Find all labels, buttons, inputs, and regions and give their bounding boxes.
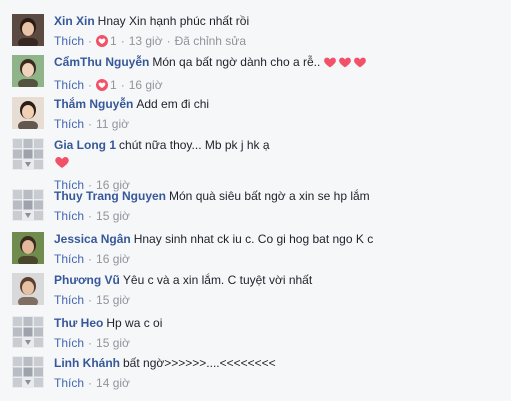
comment-meta: Thích · 16 giờ bbox=[54, 252, 511, 266]
comment-meta: Thích · 1 · 16 giờ bbox=[54, 78, 511, 92]
inline-hearts bbox=[323, 55, 368, 72]
comment-content: Thuy Trang Nguyen Món quà siêu bất ngờ a … bbox=[54, 189, 511, 223]
comment-timestamp[interactable]: 16 giờ bbox=[129, 78, 163, 92]
comment-author[interactable]: Linh Khánh bbox=[54, 356, 120, 370]
comment-item: Phương Vũ Yêu c và a xin lắm. C tuyệt vời… bbox=[12, 273, 511, 313]
comment-item: Thuy Trang Nguyen Món quà siêu bất ngờ a … bbox=[12, 189, 511, 229]
avatar[interactable] bbox=[12, 14, 44, 46]
comment-content: CẩmThu Nguyễn Món qa bất ngờ dành cho a r… bbox=[54, 55, 511, 92]
separator-dot: · bbox=[120, 78, 125, 92]
heart-emoji-icon bbox=[324, 57, 337, 68]
comment-timestamp[interactable]: 15 giờ bbox=[96, 336, 130, 350]
comment-content: Linh Khánh bất ngờ>>>>>>....<<<<<<<< Thích… bbox=[54, 356, 511, 390]
like-link[interactable]: Thích bbox=[54, 293, 84, 307]
like-link[interactable]: Thích bbox=[54, 209, 84, 223]
comment-list: Xin Xin Hnay Xin hạnh phúc nhất rồi Thích ·… bbox=[0, 0, 511, 401]
comment-item: Gia Long 1 chút nữa thoy... Mb pk j hk ạT… bbox=[12, 138, 511, 192]
comment-item: CẩmThu Nguyễn Món qa bất ngờ dành cho a r… bbox=[12, 55, 511, 95]
comment-content: Jessica Ngân Hnay sinh nhat ck iu c. Co g… bbox=[54, 232, 511, 266]
reaction-count[interactable]: 1 bbox=[110, 78, 117, 92]
like-link[interactable]: Thích bbox=[54, 117, 84, 131]
avatar[interactable] bbox=[12, 316, 44, 348]
comment-author[interactable]: Gia Long 1 bbox=[54, 138, 116, 152]
comment-text: Yêu c và a xin lắm. C tuyệt vời nhất bbox=[122, 273, 313, 287]
avatar[interactable] bbox=[12, 55, 44, 87]
comment-timestamp[interactable]: 15 giờ bbox=[96, 209, 130, 223]
avatar[interactable] bbox=[12, 232, 44, 264]
comment-content: Phương Vũ Yêu c và a xin lắm. C tuyệt vời… bbox=[54, 273, 511, 307]
avatar[interactable] bbox=[12, 138, 44, 170]
comment-author[interactable]: Xin Xin bbox=[54, 14, 95, 28]
avatar[interactable] bbox=[12, 273, 44, 305]
comment-text: chút nữa thoy... Mb pk j hk ạ bbox=[119, 138, 270, 152]
comment-content: Thư Heo Hp wa c oi Thích · 15 giờ bbox=[54, 316, 511, 350]
comment-text: Hp wa c oi bbox=[106, 316, 163, 330]
comment-content: Xin Xin Hnay Xin hạnh phúc nhất rồi Thích ·… bbox=[54, 14, 511, 48]
separator-dot: · bbox=[120, 34, 125, 48]
comment-item: Thư Heo Hp wa c oi Thích · 15 giờ bbox=[12, 316, 511, 356]
comment-author[interactable]: Thư Heo bbox=[54, 316, 103, 330]
separator-dot: · bbox=[88, 78, 93, 92]
comment-meta: Thích · 11 giờ bbox=[54, 117, 511, 131]
comment-text: Món qa bất ngờ dành cho a rễ.. bbox=[152, 55, 321, 69]
comment-timestamp[interactable]: 15 giờ bbox=[96, 293, 130, 307]
comment-meta: Thích · 1 · 13 giờ · Đã chỉnh sửa bbox=[54, 34, 511, 48]
avatar[interactable] bbox=[12, 97, 44, 129]
heart-emoji-icon bbox=[55, 157, 69, 168]
comment-timestamp[interactable]: 14 giờ bbox=[96, 376, 130, 390]
separator-dot: · bbox=[88, 252, 93, 266]
heart-reaction-icon[interactable] bbox=[96, 79, 109, 91]
comment-text: Hnay Xin hạnh phúc nhất rồi bbox=[97, 14, 250, 28]
comment-content: Thắm Nguyễn Add em đi chi Thích · 11 giờ bbox=[54, 97, 511, 131]
separator-dot: · bbox=[88, 209, 93, 223]
comment-author[interactable]: CẩmThu Nguyễn bbox=[54, 55, 149, 69]
comment-text: bất ngờ>>>>>>....<<<<<<<< bbox=[123, 356, 276, 370]
comment-text: Hnay sinh nhat ck iu c. Co gi hog bat ng… bbox=[133, 232, 374, 246]
like-link[interactable]: Thích bbox=[54, 78, 84, 92]
comment-author[interactable]: Thuy Trang Nguyen bbox=[54, 189, 166, 203]
separator-dot: · bbox=[166, 34, 171, 48]
comment-meta: Thích · 15 giờ bbox=[54, 336, 511, 350]
like-link[interactable]: Thích bbox=[54, 336, 84, 350]
comment-item: Thắm Nguyễn Add em đi chi Thích · 11 giờ bbox=[12, 97, 511, 137]
heart-emoji-line bbox=[54, 154, 511, 172]
comment-content: Gia Long 1 chút nữa thoy... Mb pk j hk ạT… bbox=[54, 138, 511, 192]
comment-text: Món quà siêu bất ngờ a xin se hp lắm bbox=[169, 189, 370, 203]
comment-timestamp[interactable]: 13 giờ bbox=[129, 34, 163, 48]
heart-reaction-icon[interactable] bbox=[96, 35, 109, 47]
comment-timestamp[interactable]: 11 giờ bbox=[96, 117, 129, 131]
like-link[interactable]: Thích bbox=[54, 376, 84, 390]
edited-label[interactable]: Đã chỉnh sửa bbox=[175, 34, 246, 48]
comment-item: Xin Xin Hnay Xin hạnh phúc nhất rồi Thích ·… bbox=[12, 14, 511, 54]
avatar[interactable] bbox=[12, 356, 44, 388]
separator-dot: · bbox=[88, 293, 93, 307]
comment-meta: Thích · 15 giờ bbox=[54, 293, 511, 307]
comment-author[interactable]: Jessica Ngân bbox=[54, 232, 131, 246]
heart-emoji-icon bbox=[354, 57, 367, 68]
comment-meta: Thích · 15 giờ bbox=[54, 209, 511, 223]
reaction-count[interactable]: 1 bbox=[110, 34, 117, 48]
avatar[interactable] bbox=[12, 189, 44, 221]
comment-item: Jessica Ngân Hnay sinh nhat ck iu c. Co g… bbox=[12, 232, 511, 272]
comment-meta: Thích · 14 giờ bbox=[54, 376, 511, 390]
separator-dot: · bbox=[88, 336, 93, 350]
separator-dot: · bbox=[88, 117, 93, 131]
separator-dot: · bbox=[88, 376, 93, 390]
comment-author[interactable]: Phương Vũ bbox=[54, 273, 120, 287]
comment-text: Add em đi chi bbox=[136, 97, 210, 111]
heart-emoji-icon bbox=[339, 57, 352, 68]
comment-timestamp[interactable]: 16 giờ bbox=[96, 252, 130, 266]
separator-dot: · bbox=[88, 34, 93, 48]
comment-item: Linh Khánh bất ngờ>>>>>>....<<<<<<<< Thích… bbox=[12, 356, 511, 396]
like-link[interactable]: Thích bbox=[54, 252, 84, 266]
like-link[interactable]: Thích bbox=[54, 34, 84, 48]
comment-author[interactable]: Thắm Nguyễn bbox=[54, 97, 133, 111]
